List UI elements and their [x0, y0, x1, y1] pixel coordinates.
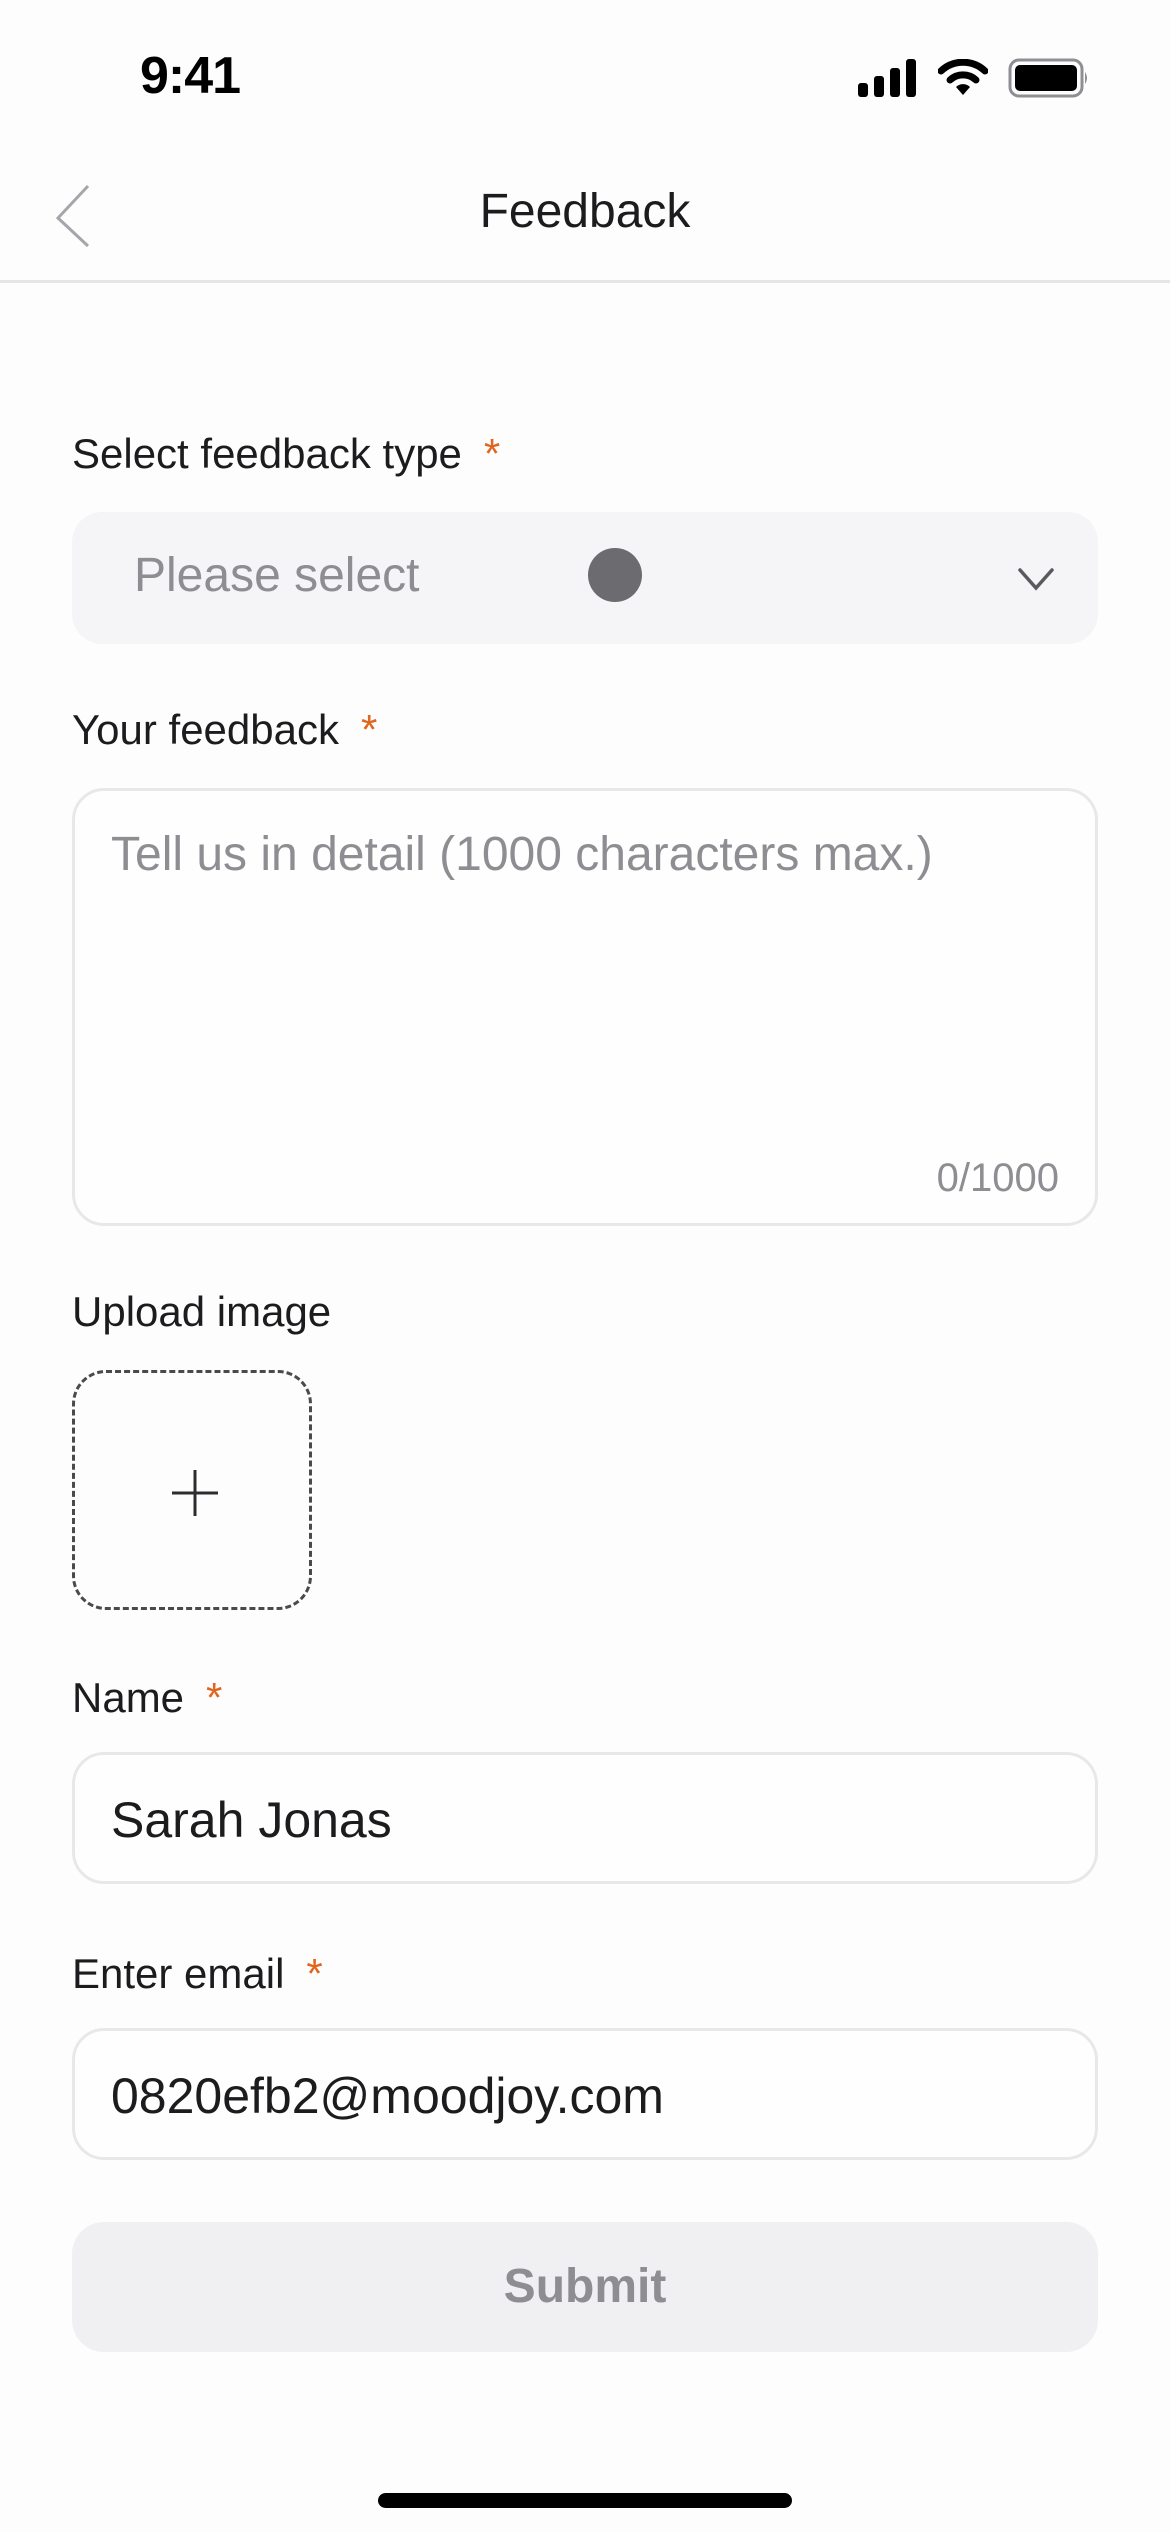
home-indicator[interactable]	[378, 2493, 792, 2508]
email-label: Enter email *	[72, 1950, 323, 1998]
name-input[interactable]: Sarah Jonas	[72, 1752, 1098, 1884]
submit-button[interactable]: Submit	[72, 2222, 1098, 2352]
feedback-type-select[interactable]: Please select	[72, 512, 1098, 644]
feedback-type-label: Select feedback type *	[72, 430, 500, 478]
status-icons	[858, 58, 1090, 98]
feedback-type-placeholder: Please select	[134, 549, 420, 602]
feedback-label: Your feedback *	[72, 706, 377, 754]
status-time: 9:41	[140, 47, 241, 105]
name-value: Sarah Jonas	[111, 1792, 392, 1848]
name-label: Name *	[72, 1674, 222, 1722]
upload-label: Upload image	[72, 1288, 332, 1335]
feedback-label-text: Your feedback	[72, 706, 339, 753]
plus-icon	[172, 1470, 218, 1516]
email-label-text: Enter email	[72, 1950, 285, 1997]
touch-indicator	[588, 548, 642, 602]
upload-image-button[interactable]	[72, 1370, 312, 1610]
required-marker: *	[206, 1674, 223, 1721]
nav-bar: Feedback	[0, 150, 1170, 283]
wifi-icon	[938, 59, 988, 95]
battery-icon	[1008, 58, 1087, 98]
feedback-type-label-text: Select feedback type	[72, 430, 462, 477]
email-input[interactable]: 0820efb2@moodjoy.com	[72, 2028, 1098, 2160]
status-bar: 9:41	[0, 0, 1170, 150]
chevron-down-icon	[1018, 568, 1054, 591]
page-title: Feedback	[479, 185, 691, 238]
feedback-textarea[interactable]: Tell us in detail (1000 characters max.)…	[72, 788, 1098, 1226]
name-label-text: Name	[72, 1674, 185, 1721]
feedback-placeholder: Tell us in detail (1000 characters max.)	[111, 828, 933, 881]
required-marker: *	[361, 706, 378, 753]
signal-icon	[858, 59, 916, 97]
char-count: 0/1000	[936, 1156, 1059, 1200]
required-marker: *	[483, 430, 501, 477]
required-marker: *	[306, 1950, 323, 1997]
email-value: 0820efb2@moodjoy.com	[111, 2068, 664, 2124]
